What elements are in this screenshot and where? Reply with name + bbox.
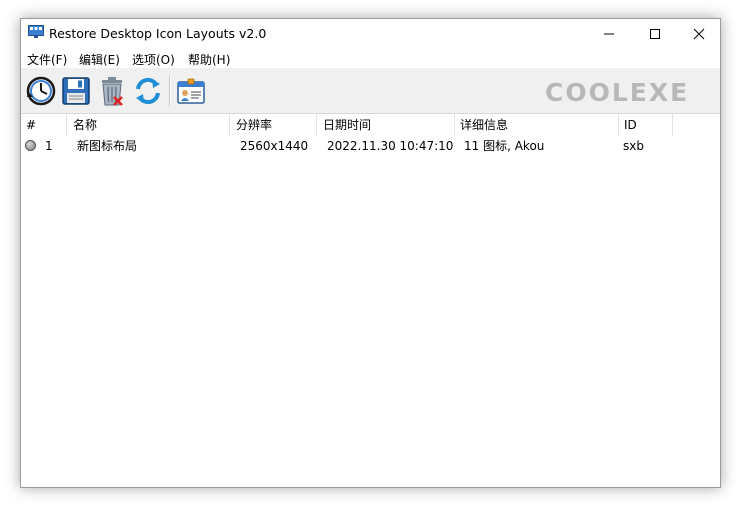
menu-options[interactable]: 选项(O) xyxy=(132,51,175,68)
column-header-number[interactable]: # xyxy=(21,114,67,136)
properties-icon xyxy=(177,78,205,104)
menu-file[interactable]: 文件(F) xyxy=(27,51,67,68)
toolbar-separator xyxy=(169,76,171,106)
column-header-id[interactable]: ID xyxy=(619,114,673,136)
save-button[interactable] xyxy=(60,75,92,107)
row-id: sxb xyxy=(623,139,644,153)
properties-button[interactable] xyxy=(175,75,207,107)
save-icon xyxy=(62,77,90,105)
delete-button[interactable] xyxy=(96,75,128,107)
close-button[interactable] xyxy=(676,19,720,48)
row-details: 11 图标, Akou xyxy=(464,139,545,153)
refresh-button[interactable] xyxy=(132,75,164,107)
title-bar[interactable]: Restore Desktop Icon Layouts v2.0 xyxy=(21,19,720,48)
minimize-icon xyxy=(604,33,614,35)
column-header-details[interactable]: 详细信息 xyxy=(455,114,619,136)
row-datetime: 2022.11.30 10:47:10 xyxy=(327,139,454,153)
column-header-name[interactable]: 名称 xyxy=(68,114,230,136)
refresh-icon xyxy=(136,77,160,105)
row-resolution: 2560x1440 xyxy=(240,139,309,153)
app-window: Restore Desktop Icon Layouts v2.0 文件(F) … xyxy=(20,18,721,488)
menu-bar: 文件(F) 编辑(E) 选项(O) 帮助(H) xyxy=(21,48,720,68)
window-title: Restore Desktop Icon Layouts v2.0 xyxy=(49,26,267,41)
menu-edit[interactable]: 编辑(E) xyxy=(79,51,120,68)
row-name: 新图标布局 xyxy=(77,139,138,153)
app-logo-icon xyxy=(28,25,44,39)
toolbar: COOLEXE xyxy=(21,68,720,114)
row-number: 1 xyxy=(45,139,53,153)
list-header: # 名称 分辨率 日期时间 详细信息 ID xyxy=(21,114,720,136)
minimize-button[interactable] xyxy=(586,19,632,48)
menu-help[interactable]: 帮助(H) xyxy=(188,51,230,68)
close-icon xyxy=(693,28,705,40)
maximize-button[interactable] xyxy=(632,19,678,48)
layout-list[interactable]: # 名称 分辨率 日期时间 详细信息 ID 1 新图标布局 2560x1440 … xyxy=(21,114,720,487)
column-header-datetime[interactable]: 日期时间 xyxy=(318,114,455,136)
delete-icon xyxy=(102,77,123,106)
restore-icon xyxy=(26,76,56,106)
brand-logo: COOLEXE xyxy=(545,78,690,107)
column-header-resolution[interactable]: 分辨率 xyxy=(231,114,317,136)
maximize-icon xyxy=(650,29,660,39)
restore-button[interactable] xyxy=(25,75,57,107)
table-row[interactable]: 1 新图标布局 2560x1440 2022.11.30 10:47:10 11… xyxy=(21,137,720,155)
layout-status-icon xyxy=(25,140,36,151)
